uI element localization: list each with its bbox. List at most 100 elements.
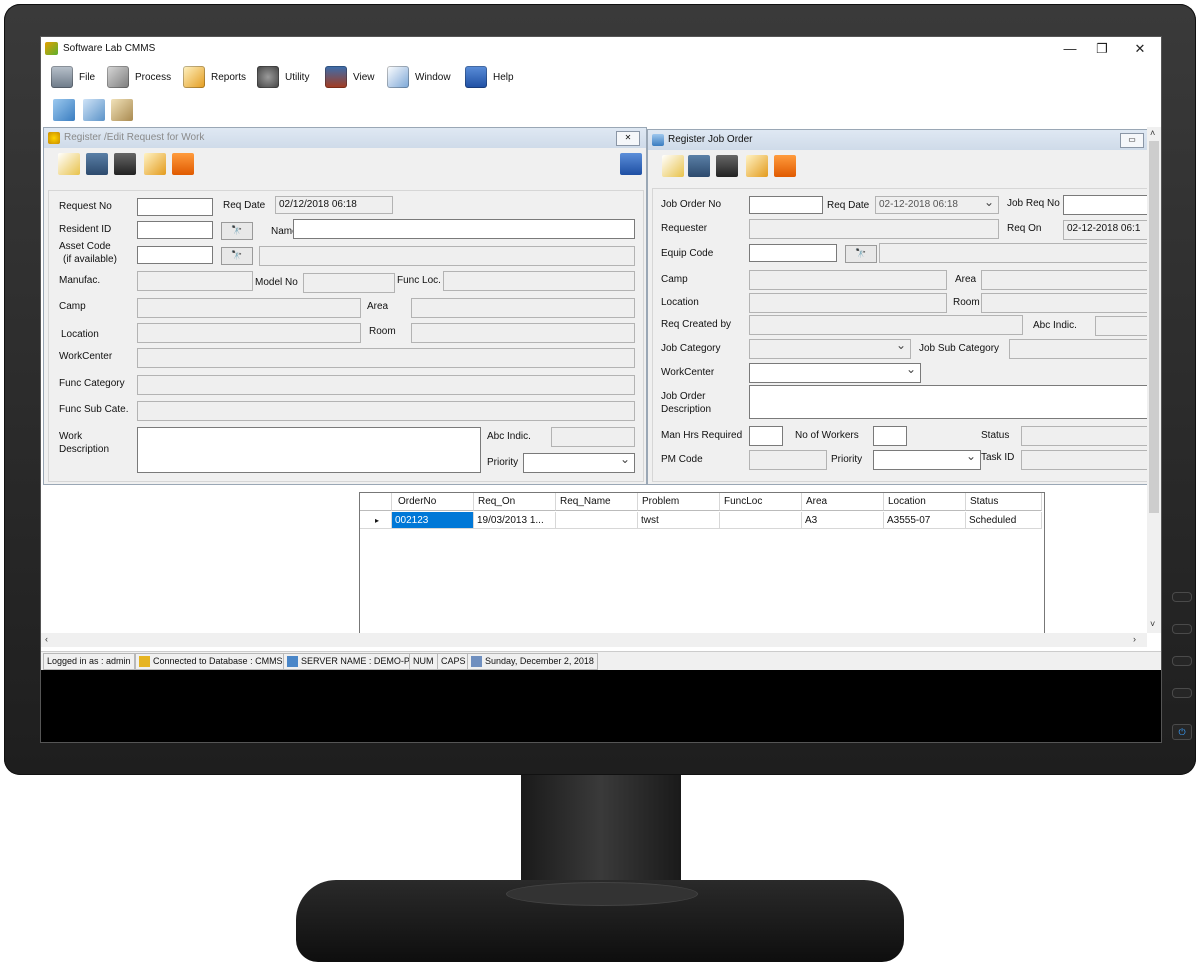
job-order-window: Register Job Order ▭ Job Order No Req Da… — [647, 129, 1149, 485]
no-workers-input[interactable] — [873, 426, 907, 446]
scroll-up-icon[interactable]: ˄ — [1150, 128, 1155, 138]
menu-utility[interactable]: Utility — [257, 65, 309, 89]
priority-label: Priority — [487, 457, 519, 468]
job-category-select[interactable] — [749, 339, 911, 359]
new-icon[interactable] — [662, 155, 684, 177]
task-id-input — [1021, 450, 1149, 470]
grid-header-req-name[interactable]: Req_Name — [556, 493, 638, 511]
name-input[interactable] — [293, 219, 635, 239]
table-cell[interactable]: A3555-07 — [884, 512, 966, 529]
copy-icon[interactable] — [83, 99, 105, 121]
calendar-icon — [471, 656, 482, 667]
new-icon[interactable] — [58, 153, 80, 175]
save-icon[interactable] — [86, 153, 108, 175]
job-order-no-input[interactable] — [749, 196, 823, 214]
grid-header-problem[interactable]: Problem — [638, 493, 720, 511]
asset-code-label: Asset Code — [59, 241, 111, 252]
requester-input — [749, 219, 999, 239]
req-date-picker[interactable]: 02-12-2018 06:18 — [875, 196, 999, 214]
man-hrs-input[interactable] — [749, 426, 783, 446]
menu-process[interactable]: Process — [107, 65, 171, 89]
binoculars-icon[interactable]: 🔭 — [221, 247, 253, 265]
func-sub-cate-label: Func Sub Cate. — [59, 404, 129, 415]
binoculars-icon[interactable]: 🔭 — [221, 222, 253, 240]
monitor-neck — [521, 775, 681, 895]
job-req-no-input[interactable] — [1063, 195, 1149, 215]
priority-select[interactable] — [523, 453, 635, 473]
equip-code-input[interactable] — [749, 244, 837, 262]
func-loc-input — [443, 271, 635, 291]
vertical-scrollbar[interactable]: ˄ ˅ — [1147, 127, 1161, 633]
scroll-left-icon[interactable]: ‹ — [45, 634, 48, 644]
table-cell[interactable]: twst — [638, 512, 720, 529]
asset-code-input[interactable] — [137, 246, 213, 264]
priority-select[interactable] — [873, 450, 981, 470]
menu-window[interactable]: Window — [387, 65, 451, 89]
pm-code-input — [749, 450, 827, 470]
database-icon — [139, 656, 150, 667]
scroll-down-icon[interactable]: ˅ — [1150, 619, 1155, 629]
request-form: Request No Req Date 02/12/2018 06:18 Res… — [48, 190, 644, 482]
resident-id-input[interactable] — [137, 221, 213, 239]
priority-label: Priority — [831, 454, 863, 465]
process-icon — [107, 66, 129, 88]
scrollbar-thumb[interactable] — [1149, 141, 1159, 513]
work-description-input[interactable] — [137, 427, 481, 473]
workcenter-label: WorkCenter — [661, 367, 715, 378]
edit-icon[interactable] — [144, 153, 166, 175]
request-window-title: Register /Edit Request for Work — [64, 132, 205, 143]
location-label: Location — [661, 297, 699, 308]
job-order-description-input[interactable] — [749, 385, 1149, 419]
title-bar: Software Lab CMMS — ❐ ✕ — [41, 37, 1161, 61]
power-icon: ⏻ — [1172, 724, 1192, 740]
scroll-right-icon[interactable]: › — [1133, 634, 1136, 644]
save-icon[interactable] — [688, 155, 710, 177]
grid-header-status[interactable]: Status — [966, 493, 1042, 511]
menu-reports[interactable]: Reports — [183, 65, 246, 89]
close-button[interactable]: ✕ — [1125, 39, 1155, 59]
monitor-side-button — [1172, 688, 1192, 698]
request-window-close-button[interactable]: ✕ — [616, 131, 640, 146]
table-cell[interactable]: 002123 — [392, 512, 474, 529]
req-date-input[interactable]: 02/12/2018 06:18 — [275, 196, 393, 214]
table-cell[interactable] — [720, 512, 802, 529]
request-no-input[interactable] — [137, 198, 213, 216]
cut-icon[interactable] — [53, 99, 75, 121]
horizontal-scrollbar[interactable]: ‹ › — [41, 633, 1147, 647]
delete-icon[interactable] — [172, 153, 194, 175]
job-window-minimize-button[interactable]: ▭ — [1120, 133, 1144, 148]
grid-header-location[interactable]: Location — [884, 493, 966, 511]
mdi-client-area: OrderNo Req_On Req_Name Problem FuncLoc … — [41, 127, 1161, 651]
location-label: Location — [61, 329, 99, 340]
menu-view[interactable]: View — [325, 65, 375, 89]
app-logo-icon — [45, 42, 58, 55]
grid-header-area[interactable]: Area — [802, 493, 884, 511]
menu-help[interactable]: Help — [465, 65, 514, 89]
workcenter-select[interactable] — [749, 363, 921, 383]
find-icon[interactable] — [716, 155, 738, 177]
edit-icon[interactable] — [746, 155, 768, 177]
find-icon[interactable] — [114, 153, 136, 175]
area-input — [411, 298, 635, 318]
camp-label: Camp — [661, 274, 688, 285]
table-cell[interactable]: 19/03/2013 1... — [474, 512, 556, 529]
status-bar: Logged in as : admin Connected to Databa… — [41, 651, 1161, 670]
paste-icon[interactable] — [111, 99, 133, 121]
maximize-button[interactable]: ❐ — [1087, 39, 1117, 59]
status-date: Sunday, December 2, 2018 — [467, 653, 598, 670]
job-orders-grid[interactable]: OrderNo Req_On Req_Name Problem FuncLoc … — [359, 492, 1045, 636]
monitor-base-ring — [506, 882, 698, 906]
no-workers-label: No of Workers — [795, 430, 859, 441]
status-server: SERVER NAME : DEMO-PC — [283, 653, 421, 670]
delete-icon[interactable] — [774, 155, 796, 177]
menu-file[interactable]: File — [51, 65, 95, 89]
grid-header-req-on[interactable]: Req_On — [474, 493, 556, 511]
help-icon[interactable] — [620, 153, 642, 175]
grid-header-orderno[interactable]: OrderNo — [392, 493, 474, 511]
table-cell[interactable] — [556, 512, 638, 529]
table-cell[interactable]: A3 — [802, 512, 884, 529]
table-cell[interactable]: Scheduled — [966, 512, 1042, 529]
grid-header-funcloc[interactable]: FuncLoc — [720, 493, 802, 511]
minimize-button[interactable]: — — [1055, 39, 1085, 59]
binoculars-icon[interactable]: 🔭 — [845, 245, 877, 263]
